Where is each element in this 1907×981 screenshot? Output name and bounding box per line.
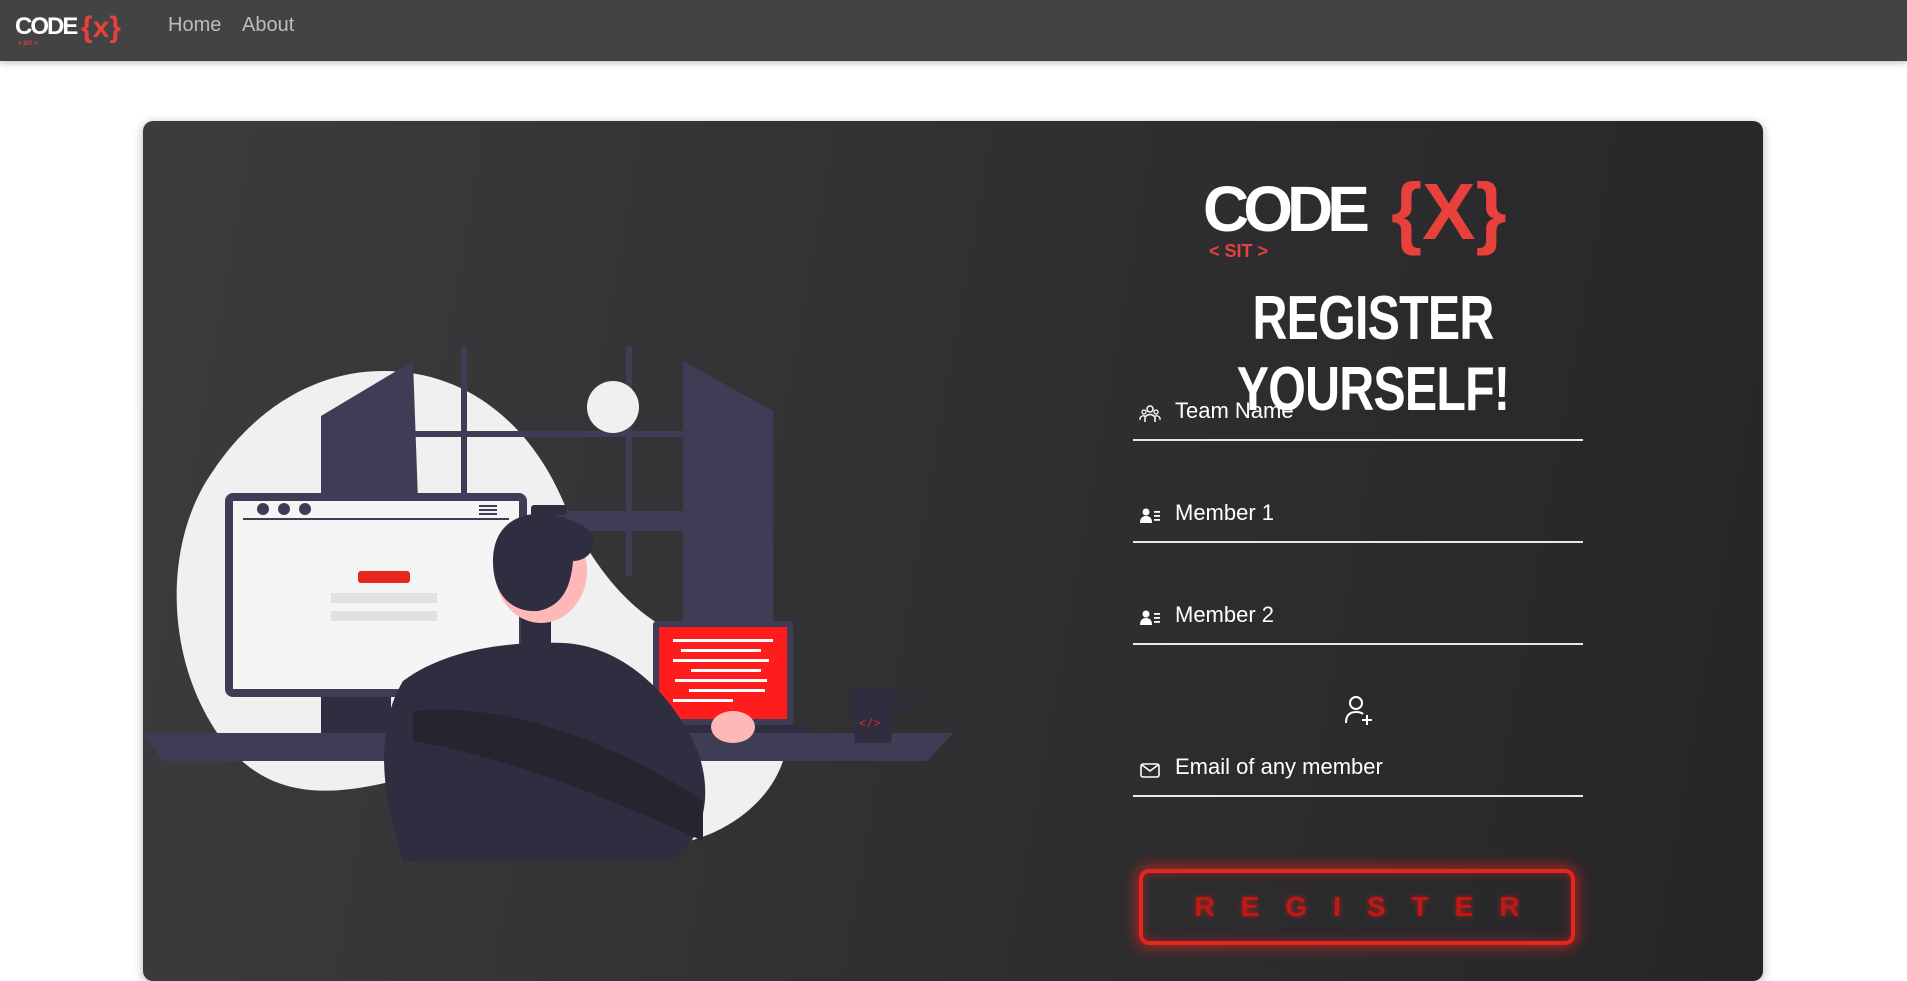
- email-field: [1133, 737, 1583, 797]
- nav-link-about[interactable]: About: [242, 14, 294, 37]
- svg-text:< SIT >: < SIT >: [1209, 241, 1268, 261]
- member-card-icon: [1140, 610, 1160, 625]
- member-2-input[interactable]: [1175, 595, 1575, 635]
- nav-link-home[interactable]: Home: [168, 14, 221, 37]
- svg-text:{X}: {X}: [1391, 167, 1507, 256]
- email-input[interactable]: [1175, 747, 1575, 787]
- register-card: </> CODE {X} < SIT > REGISTER YOURSELF!: [143, 121, 1763, 981]
- svg-text:{x}: {x}: [81, 11, 121, 44]
- codex-logo[interactable]: CODE {x} < SIT >: [15, 7, 133, 47]
- top-navbar: CODE {x} < SIT > Home About: [0, 0, 1907, 61]
- svg-text:< SIT >: < SIT >: [18, 41, 38, 47]
- team-name-input[interactable]: [1175, 391, 1575, 431]
- team-icon: [1139, 405, 1161, 422]
- envelope-icon: [1140, 763, 1160, 778]
- member-1-input[interactable]: [1175, 493, 1575, 533]
- developer-illustration: </>: [143, 346, 953, 861]
- register-button[interactable]: REGISTER: [1139, 869, 1575, 945]
- codex-brand-logo: CODE {X} < SIT >: [1203, 167, 1507, 261]
- svg-text:CODE: CODE: [1203, 173, 1368, 245]
- user-plus-icon[interactable]: [1343, 693, 1375, 727]
- team-name-field: [1133, 381, 1583, 441]
- svg-text:CODE: CODE: [15, 13, 78, 40]
- member-2-field: [1133, 585, 1583, 645]
- svg-text:</>: </>: [859, 717, 881, 731]
- member-card-icon: [1140, 508, 1160, 523]
- member-1-field: [1133, 483, 1583, 543]
